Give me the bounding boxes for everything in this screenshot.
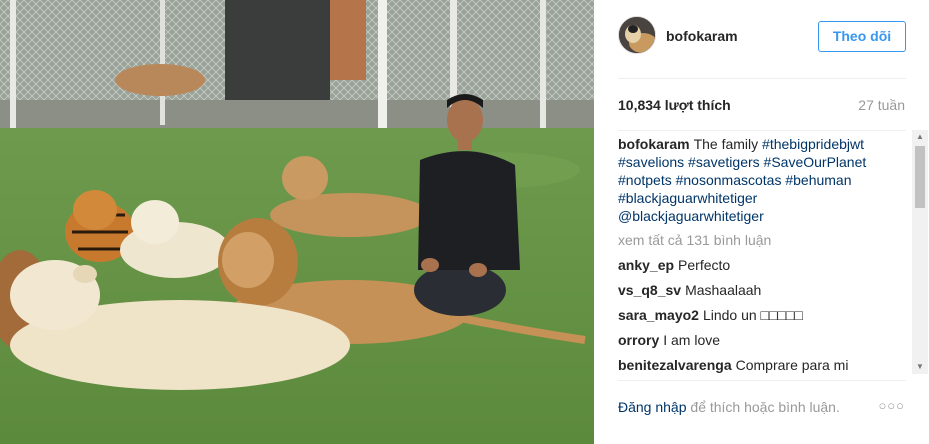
hashtag[interactable]: #nosonmascotas <box>676 172 782 188</box>
comment-username[interactable]: anky_ep <box>618 257 674 273</box>
comment-username[interactable]: sara_mayo2 <box>618 307 699 323</box>
comment-item: anky_ep Perfecto <box>618 256 908 274</box>
scroll-up-arrow-icon[interactable]: ▲ <box>912 130 928 144</box>
comments-list: bofokaram The family #thebigpridebjwt #sa… <box>618 134 908 374</box>
avatar[interactable] <box>618 16 656 54</box>
hashtag[interactable]: #savetigers <box>688 154 760 170</box>
hashtag[interactable]: #blackjaguarwhitetiger <box>618 190 757 206</box>
scroll-down-arrow-icon[interactable]: ▼ <box>912 360 928 374</box>
avatar-image <box>619 17 655 53</box>
comment-username[interactable]: vs_q8_sv <box>618 282 681 298</box>
comment-text: Mashaalaah <box>685 282 762 298</box>
more-options-icon[interactable]: ○○○ <box>878 398 905 413</box>
comment-item: sara_mayo2 Lindo un □□□□□ <box>618 306 908 324</box>
hashtag[interactable]: #notpets <box>618 172 672 188</box>
comment-text: Lindo un □□□□□ <box>702 307 803 323</box>
login-prompt-text: để thích hoặc bình luận. <box>690 399 840 415</box>
post-image-lions-and-man <box>0 0 594 444</box>
hashtag[interactable]: #savelions <box>618 154 684 170</box>
login-prompt: Đăng nhập để thích hoặc bình luận. <box>618 399 840 415</box>
post-sidebar: bofokaram Theo dõi 10,834 lượt thích 27 … <box>594 0 929 444</box>
hashtag[interactable]: #behuman <box>785 172 851 188</box>
caption-username[interactable]: bofokaram <box>618 136 690 152</box>
divider <box>618 130 906 131</box>
comment-item: benitezalvarenga Comprare para mi <box>618 356 908 374</box>
comment-text: Perfecto <box>678 257 731 273</box>
mention[interactable]: @blackjaguarwhitetiger <box>618 208 764 224</box>
comment-item: orrory I am love <box>618 331 908 349</box>
caption-text: The family <box>693 136 759 152</box>
follow-button[interactable]: Theo dõi <box>818 21 906 52</box>
comment-username[interactable]: benitezalvarenga <box>618 357 732 373</box>
post-photo[interactable] <box>0 0 594 444</box>
username[interactable]: bofokaram <box>666 28 738 44</box>
post-caption: bofokaram The family #thebigpridebjwt #sa… <box>618 135 908 225</box>
post-time[interactable]: 27 tuần <box>858 97 905 113</box>
divider <box>618 78 906 79</box>
comment-text: Comprare para mi <box>735 357 849 373</box>
hashtag[interactable]: #thebigpridebjwt <box>762 136 864 152</box>
likes-count[interactable]: 10,834 lượt thích <box>618 97 731 113</box>
comment-username[interactable]: orrory <box>618 332 659 348</box>
comment-item: vs_q8_sv Mashaalaah <box>618 281 908 299</box>
comments-scrollbar[interactable]: ▲ ▼ <box>912 130 928 374</box>
post-header: bofokaram Theo dõi <box>594 0 929 72</box>
scrollbar-thumb[interactable] <box>915 146 925 208</box>
hashtag[interactable]: #SaveOurPlanet <box>764 154 867 170</box>
login-link[interactable]: Đăng nhập <box>618 399 687 415</box>
comment-text: I am love <box>663 332 721 348</box>
view-all-comments-link[interactable]: xem tất cả 131 bình luận <box>618 231 908 249</box>
divider <box>618 380 906 381</box>
